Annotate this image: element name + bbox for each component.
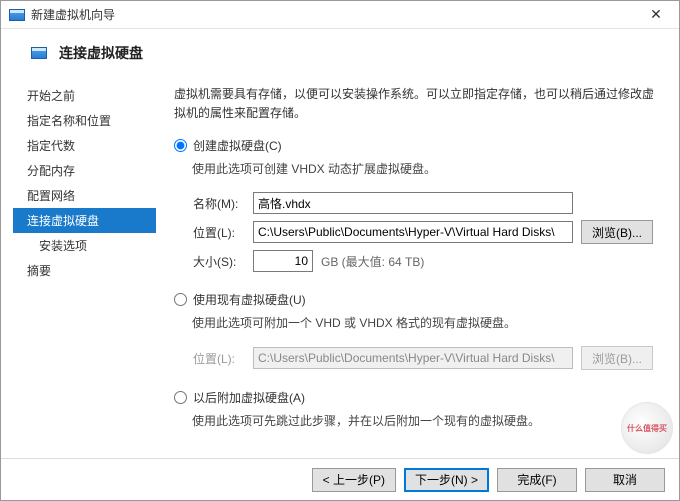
name-input[interactable]: [253, 192, 573, 214]
option-attach-later: 以后附加虚拟硬盘(A) 使用此选项可先跳过此步骤，并在以后附加一个现有的虚拟硬盘…: [174, 389, 657, 429]
size-input[interactable]: [253, 250, 313, 272]
next-button[interactable]: 下一步(N) >: [404, 468, 489, 492]
nav-summary[interactable]: 摘要: [21, 258, 156, 283]
existing-location-input: [253, 347, 573, 369]
create-vhd-desc: 使用此选项可创建 VHDX 动态扩展虚拟硬盘。: [192, 160, 657, 177]
attach-later-desc: 使用此选项可先跳过此步骤，并在以后附加一个现有的虚拟硬盘。: [192, 412, 657, 429]
title-bar: 新建虚拟机向导 ✕: [1, 1, 679, 29]
browse-button[interactable]: 浏览(B)...: [581, 220, 653, 244]
page-icon: [31, 47, 47, 59]
radio-use-existing[interactable]: [174, 293, 187, 306]
option-create-vhd: 创建虚拟硬盘(C) 使用此选项可创建 VHDX 动态扩展虚拟硬盘。 名称(M):…: [174, 137, 657, 279]
nav-name-location[interactable]: 指定名称和位置: [21, 108, 156, 133]
intro-text: 虚拟机需要具有存储，以便可以安装操作系统。可以立即指定存储，也可以稍后通过修改虚…: [174, 85, 657, 123]
page-title: 连接虚拟硬盘: [59, 43, 143, 63]
nav-connect-vhd[interactable]: 连接虚拟硬盘: [13, 208, 156, 233]
option-use-existing: 使用现有虚拟硬盘(U) 使用此选项可附加一个 VHD 或 VHDX 格式的现有虚…: [174, 291, 657, 377]
radio-create-vhd-label: 创建虚拟硬盘(C): [193, 137, 282, 154]
size-hint: GB (最大值: 64 TB): [321, 253, 424, 270]
size-label: 大小(S):: [193, 253, 245, 270]
nav-network[interactable]: 配置网络: [21, 183, 156, 208]
wizard-nav: 开始之前 指定名称和位置 指定代数 分配内存 配置网络 连接虚拟硬盘 安装选项 …: [1, 73, 156, 450]
name-label: 名称(M):: [193, 195, 245, 212]
radio-attach-later-label: 以后附加虚拟硬盘(A): [193, 389, 305, 406]
prev-button[interactable]: < 上一步(P): [312, 468, 396, 492]
radio-use-existing-label: 使用现有虚拟硬盘(U): [193, 291, 306, 308]
cancel-button[interactable]: 取消: [585, 468, 665, 492]
nav-install-options[interactable]: 安装选项: [21, 233, 156, 258]
content-pane: 虚拟机需要具有存储，以便可以安装操作系统。可以立即指定存储，也可以稍后通过修改虚…: [156, 73, 679, 450]
wizard-window: 新建虚拟机向导 ✕ 连接虚拟硬盘 开始之前 指定名称和位置 指定代数 分配内存 …: [0, 0, 680, 501]
location-label: 位置(L):: [193, 224, 245, 241]
radio-create-vhd[interactable]: [174, 139, 187, 152]
radio-attach-later[interactable]: [174, 391, 187, 404]
nav-before-begin[interactable]: 开始之前: [21, 83, 156, 108]
use-existing-desc: 使用此选项可附加一个 VHD 或 VHDX 格式的现有虚拟硬盘。: [192, 314, 657, 331]
nav-generation[interactable]: 指定代数: [21, 133, 156, 158]
existing-location-label: 位置(L):: [193, 350, 245, 367]
window-title: 新建虚拟机向导: [31, 6, 115, 23]
close-icon[interactable]: ✕: [641, 6, 671, 23]
nav-memory[interactable]: 分配内存: [21, 158, 156, 183]
location-input[interactable]: [253, 221, 573, 243]
existing-browse-button: 浏览(B)...: [581, 346, 653, 370]
page-header: 连接虚拟硬盘: [1, 29, 679, 73]
footer: < 上一步(P) 下一步(N) > 完成(F) 取消: [1, 458, 679, 500]
app-icon: [9, 9, 25, 21]
finish-button[interactable]: 完成(F): [497, 468, 577, 492]
